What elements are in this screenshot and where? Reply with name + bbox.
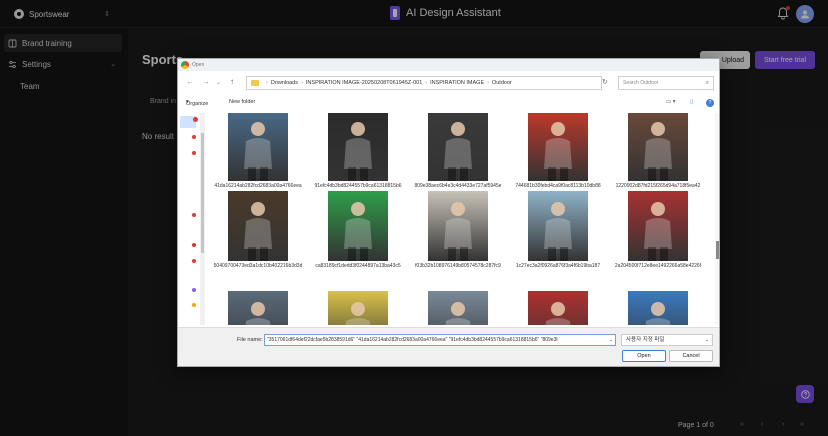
- file-thumbnail[interactable]: [312, 291, 404, 325]
- file-thumbnail[interactable]: [412, 291, 504, 325]
- file-name-label: File name:: [237, 337, 263, 343]
- file-name: 1c27ec3a2f0926a876f3a4f6b19ba187: [515, 263, 601, 269]
- up-arrow-icon[interactable]: ↑: [230, 77, 234, 86]
- image-preview: [428, 291, 488, 325]
- chrome-icon: [181, 61, 189, 69]
- folder-icon[interactable]: [192, 259, 196, 263]
- scrollbar-thumb[interactable]: [201, 133, 204, 253]
- file-name: 41da16214ab282fcd2683a00a4766eea: [214, 183, 302, 189]
- view-options-icon[interactable]: ▭ ▾: [666, 99, 676, 105]
- file-thumbnail[interactable]: [512, 291, 604, 325]
- file-thumbnail[interactable]: 744681b30febd4ca9f0ac8113b10db88: [512, 113, 604, 201]
- path-segment[interactable]: INSPIRATION IMAGE: [430, 80, 484, 86]
- file-thumbnail[interactable]: 1220902d87fd215f265d94a718f5ea42: [612, 113, 704, 201]
- file-thumbnail[interactable]: 2a204500f712e8ee1492266a58e4226f: [612, 191, 704, 281]
- path-segment[interactable]: Downloads: [271, 80, 298, 86]
- image-preview: [328, 113, 388, 181]
- file-name: ca83189cf1dedd3f0244897a13ba43c5: [315, 263, 401, 269]
- folder-icon[interactable]: [192, 303, 196, 307]
- file-open-dialog: Open ← → ⌄ ↑ › Downloads › INSPIRATION I…: [177, 58, 720, 367]
- dialog-title-bar: Open: [178, 59, 719, 71]
- file-thumbnail[interactable]: [212, 291, 304, 325]
- path-segment[interactable]: Outdoor: [492, 80, 512, 86]
- navigation-pane[interactable]: [178, 113, 200, 325]
- file-thumbnail[interactable]: 91efc4db3bd8244557b9ca61318815b6: [312, 113, 404, 201]
- folder-icon[interactable]: [192, 135, 196, 139]
- file-name-input[interactable]: "3517061df64def22dcfae5b2838591d6" "41da…: [264, 334, 616, 346]
- dialog-nav-row: ← → ⌄ ↑ › Downloads › INSPIRATION IMAGE-…: [178, 74, 719, 92]
- help-icon[interactable]: ?: [706, 99, 714, 107]
- image-preview: [628, 291, 688, 325]
- image-preview: [528, 113, 588, 181]
- chevron-down-icon[interactable]: ⌄: [609, 335, 613, 345]
- chevron-down-icon: ⌄: [704, 337, 709, 343]
- path-segment[interactable]: INSPIRATION IMAGE-20250208T061945Z-001: [306, 80, 422, 86]
- dialog-toolbar: Organize ▾ New folder ▭ ▾ ▯ ?: [178, 97, 719, 109]
- image-preview: [528, 291, 588, 325]
- folder-icon[interactable]: [192, 288, 196, 292]
- file-name: 91efc4db3bd8244557b9ca61318815b6: [314, 183, 402, 189]
- image-preview: [428, 191, 488, 261]
- folder-icon[interactable]: [192, 151, 196, 155]
- nav-pane-scrollbar[interactable]: [200, 113, 205, 325]
- file-thumbnail[interactable]: 50409700473ed3a1dc10b402216b3d3d: [212, 191, 304, 281]
- search-placeholder: Search Outdoor: [623, 80, 659, 86]
- file-thumbnail[interactable]: f03b32b108976149b80574578c287fc9: [412, 191, 504, 281]
- file-thumbnail[interactable]: 809e38aec6b4e3c4d4433e727af5945e: [412, 113, 504, 201]
- open-button[interactable]: Open: [622, 350, 666, 362]
- file-type-select[interactable]: 사용자 지정 파일 ⌄: [621, 334, 713, 346]
- refresh-icon[interactable]: ↻: [602, 78, 608, 86]
- folder-icon[interactable]: [192, 213, 196, 217]
- file-grid-scrollbar[interactable]: [715, 113, 719, 325]
- cancel-button[interactable]: Cancel: [669, 350, 713, 362]
- pinned-icon: [193, 117, 198, 122]
- file-name: 744681b30febd4ca9f0ac8113b10db88: [515, 183, 601, 189]
- image-preview: [328, 291, 388, 325]
- image-preview: [228, 291, 288, 325]
- file-type-value: 사용자 지정 파일: [626, 337, 665, 343]
- file-name: 50409700473ed3a1dc10b402216b3d3d: [213, 263, 303, 269]
- search-icon: ⌕: [705, 80, 709, 86]
- file-thumbnail[interactable]: 1c27ec3a2f0926a876f3a4f6b19ba187: [512, 191, 604, 281]
- file-thumbnail[interactable]: 41da16214ab282fcd2683a00a4766eea: [212, 113, 304, 201]
- image-preview: [228, 113, 288, 181]
- file-grid: 41da16214ab282fcd2683a00a4766eea 91efc4db…: [210, 113, 710, 325]
- image-preview: [628, 113, 688, 181]
- preview-pane-icon[interactable]: ▯: [690, 99, 693, 105]
- image-preview: [628, 191, 688, 261]
- image-preview: [428, 113, 488, 181]
- forward-arrow-icon[interactable]: →: [202, 77, 210, 86]
- file-thumbnail[interactable]: [612, 291, 704, 325]
- folder-icon[interactable]: [192, 243, 196, 247]
- file-name: 1220902d87fd215f265d94a718f5ea42: [615, 183, 701, 189]
- search-input[interactable]: Search Outdoor ⌕: [618, 76, 714, 90]
- dialog-title: Open: [192, 62, 205, 68]
- app-root: Sportswear ⇕ AI Design Assistant Brand t…: [0, 0, 828, 436]
- new-folder-button[interactable]: New folder: [229, 99, 255, 105]
- scrollbar-thumb[interactable]: [716, 241, 719, 259]
- organize-button[interactable]: Organize ▾: [186, 99, 208, 107]
- file-name: 2a204500f712e8ee1492266a58e4226f: [614, 263, 702, 269]
- address-bar[interactable]: › Downloads › INSPIRATION IMAGE-20250208…: [246, 76, 602, 90]
- chevron-down-icon[interactable]: ⌄: [216, 79, 221, 86]
- file-thumbnail[interactable]: ca83189cf1dedd3f0244897a13ba43c5: [312, 191, 404, 281]
- back-arrow-icon[interactable]: ←: [186, 77, 194, 86]
- folder-icon: [251, 80, 259, 86]
- image-preview: [228, 191, 288, 261]
- file-name: f03b32b108976149b80574578c287fc9: [415, 263, 501, 269]
- image-preview: [328, 191, 388, 261]
- image-preview: [528, 191, 588, 261]
- file-name: 809e38aec6b4e3c4d4433e727af5945e: [414, 183, 502, 189]
- file-name-value: "3517061df64def22dcfae5b2838591d6" "41da…: [267, 337, 558, 343]
- dialog-footer: File name: "3517061df64def22dcfae5b28385…: [178, 327, 719, 366]
